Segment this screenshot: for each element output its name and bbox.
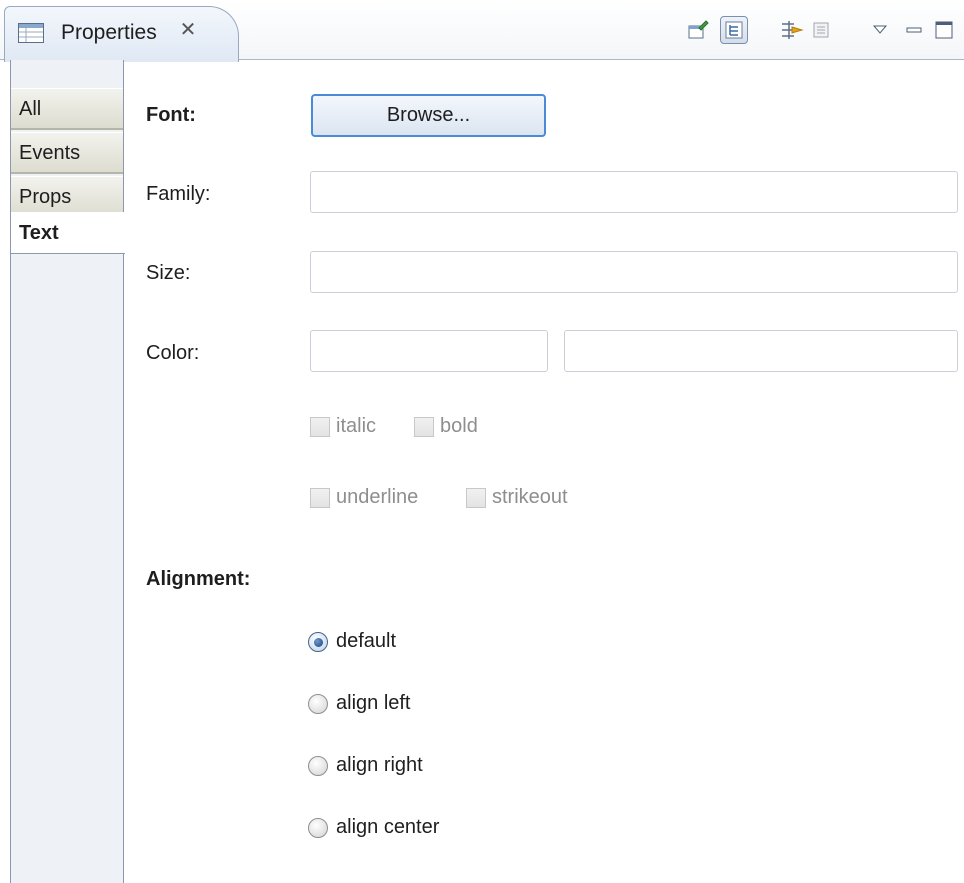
align-left-radio[interactable]: align left bbox=[308, 692, 411, 715]
properties-view-tab[interactable]: Properties ✕ bbox=[4, 6, 239, 62]
view-title: Properties bbox=[61, 21, 157, 44]
align-default-label: default bbox=[336, 630, 397, 652]
view-tab-bar: Properties ✕ bbox=[0, 0, 964, 62]
properties-table-icon bbox=[18, 23, 44, 43]
size-field[interactable] bbox=[310, 251, 958, 293]
radio-unselected-icon[interactable] bbox=[308, 693, 328, 714]
family-label: Family: bbox=[146, 183, 211, 205]
font-label: Font: bbox=[146, 104, 196, 126]
side-tab-events[interactable]: Events bbox=[11, 132, 123, 174]
italic-checkbox[interactable]: italic bbox=[310, 415, 376, 438]
underline-checkbox[interactable]: underline bbox=[310, 486, 418, 509]
radio-unselected-icon[interactable] bbox=[308, 755, 328, 776]
view-menu-icon[interactable] bbox=[866, 16, 894, 44]
underline-checkbox-label: underline bbox=[336, 486, 419, 508]
categories-icon[interactable] bbox=[720, 16, 748, 44]
italic-checkbox-label: italic bbox=[336, 415, 377, 437]
align-center-label: align center bbox=[336, 816, 440, 838]
strikeout-checkbox-box[interactable] bbox=[466, 487, 486, 508]
alignment-label: Alignment: bbox=[146, 568, 251, 590]
align-center-radio[interactable]: align center bbox=[308, 816, 439, 839]
side-tab-all[interactable]: All bbox=[11, 88, 123, 130]
property-category-tabs: All Events Props Text bbox=[10, 60, 125, 883]
align-default-radio[interactable]: default bbox=[308, 630, 396, 653]
family-field[interactable] bbox=[310, 171, 958, 213]
strikeout-checkbox-label: strikeout bbox=[492, 486, 568, 508]
italic-checkbox-box[interactable] bbox=[310, 416, 330, 437]
pin-editor-icon[interactable] bbox=[684, 16, 712, 44]
side-tab-text[interactable]: Text bbox=[11, 212, 125, 254]
color-field-secondary[interactable] bbox=[564, 330, 958, 372]
bold-checkbox[interactable]: bold bbox=[414, 415, 478, 438]
align-right-label: align right bbox=[336, 754, 423, 776]
underline-checkbox-box[interactable] bbox=[310, 487, 330, 508]
size-label: Size: bbox=[146, 262, 191, 284]
align-left-label: align left bbox=[336, 692, 411, 714]
radio-selected-icon[interactable] bbox=[308, 631, 328, 652]
align-right-radio[interactable]: align right bbox=[308, 754, 423, 777]
advanced-icon[interactable] bbox=[778, 16, 806, 44]
restore-default-icon[interactable] bbox=[808, 16, 836, 44]
bold-checkbox-label: bold bbox=[440, 415, 478, 437]
browse-button[interactable]: Browse... bbox=[311, 94, 546, 137]
color-field-primary[interactable] bbox=[310, 330, 548, 372]
minimize-icon[interactable] bbox=[900, 16, 928, 44]
color-label: Color: bbox=[146, 342, 200, 364]
radio-unselected-icon[interactable] bbox=[308, 817, 328, 838]
strikeout-checkbox[interactable]: strikeout bbox=[466, 486, 568, 509]
close-icon[interactable]: ✕ bbox=[177, 19, 199, 41]
maximize-icon[interactable] bbox=[930, 16, 958, 44]
bold-checkbox-box[interactable] bbox=[414, 416, 434, 437]
